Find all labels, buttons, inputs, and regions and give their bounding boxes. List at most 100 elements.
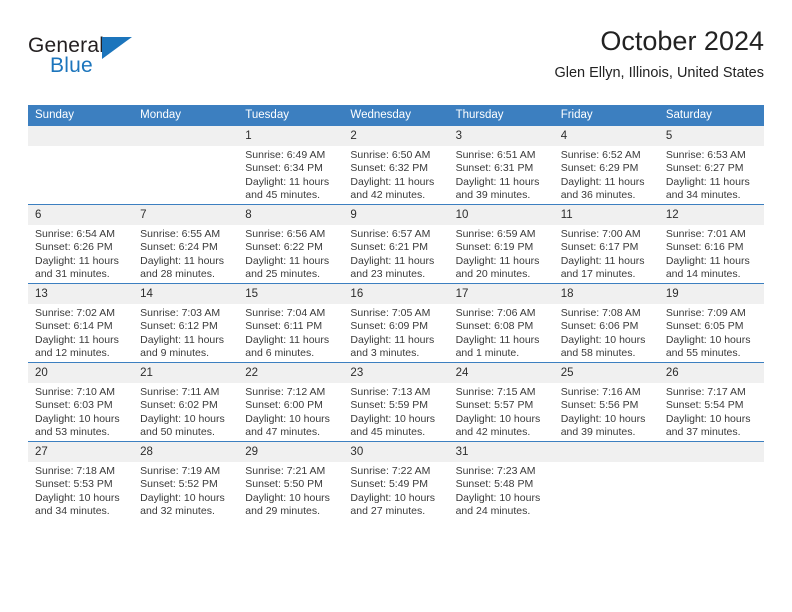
calendar-day-cell[interactable]: 28 Sunrise: 7:19 AM Sunset: 5:52 PM Dayligh… bbox=[133, 441, 239, 520]
calendar-day-cell[interactable]: 23 Sunrise: 7:13 AM Sunset: 5:59 PM Dayligh… bbox=[343, 362, 449, 442]
day-details: Sunrise: 7:12 AM Sunset: 6:00 PM Daylight:… bbox=[238, 383, 343, 440]
calendar-week-row: 1 Sunrise: 6:49 AM Sunset: 6:34 PM Daylight… bbox=[28, 126, 764, 205]
calendar-day-cell[interactable]: 14 Sunrise: 7:03 AM Sunset: 6:12 PM Dayligh… bbox=[133, 283, 239, 363]
calendar-week-row: 6 Sunrise: 6:54 AM Sunset: 6:26 PM Daylight… bbox=[28, 204, 764, 284]
calendar-day-cell[interactable]: 25 Sunrise: 7:16 AM Sunset: 5:56 PM Dayligh… bbox=[553, 362, 659, 442]
day-number: 30 bbox=[343, 442, 449, 462]
daylight-text: Daylight: 11 hours and 14 minutes. bbox=[665, 254, 750, 281]
day-details: Sunrise: 7:01 AM Sunset: 6:16 PM Daylight:… bbox=[659, 225, 764, 282]
calendar-day-cell[interactable]: 15 Sunrise: 7:04 AM Sunset: 6:11 PM Dayligh… bbox=[238, 283, 344, 363]
day-cell-content: 18 Sunrise: 7:08 AM Sunset: 6:06 PM Dayligh… bbox=[553, 284, 659, 362]
sunrise-text: Sunrise: 7:17 AM bbox=[665, 386, 746, 398]
day-cell-content: 4 Sunrise: 6:52 AM Sunset: 6:29 PM Daylight… bbox=[553, 126, 659, 204]
calendar-day-cell[interactable] bbox=[28, 126, 134, 205]
day-number: 8 bbox=[238, 205, 344, 225]
day-cell-content: 31 Sunrise: 7:23 AM Sunset: 5:48 PM Dayligh… bbox=[448, 442, 554, 520]
calendar-day-cell[interactable]: 12 Sunrise: 7:01 AM Sunset: 6:16 PM Dayligh… bbox=[658, 204, 764, 284]
calendar-day-cell[interactable]: 22 Sunrise: 7:12 AM Sunset: 6:00 PM Dayligh… bbox=[238, 362, 344, 442]
sunrise-text: Sunrise: 7:03 AM bbox=[140, 307, 221, 319]
day-details: Sunrise: 6:53 AM Sunset: 6:27 PM Daylight:… bbox=[659, 146, 764, 203]
calendar-day-cell[interactable]: 4 Sunrise: 6:52 AM Sunset: 6:29 PM Daylight… bbox=[553, 126, 659, 205]
calendar-day-cell[interactable]: 30 Sunrise: 7:22 AM Sunset: 5:49 PM Dayligh… bbox=[343, 441, 449, 520]
sunrise-text: Sunrise: 7:18 AM bbox=[35, 465, 115, 477]
title-block: October 2024 Glen Ellyn, Illinois, Unite… bbox=[554, 24, 764, 84]
calendar-day-cell[interactable]: 16 Sunrise: 7:05 AM Sunset: 6:09 PM Dayligh… bbox=[343, 283, 449, 363]
day-details: Sunrise: 7:16 AM Sunset: 5:56 PM Daylight:… bbox=[554, 383, 659, 440]
calendar-day-cell[interactable]: 19 Sunrise: 7:09 AM Sunset: 6:05 PM Dayligh… bbox=[658, 283, 764, 363]
calendar-day-cell[interactable]: 9 Sunrise: 6:57 AM Sunset: 6:21 PM Daylight… bbox=[343, 204, 449, 284]
day-details: Sunrise: 7:13 AM Sunset: 5:59 PM Daylight:… bbox=[343, 383, 448, 440]
calendar-day-cell[interactable]: 11 Sunrise: 7:00 AM Sunset: 6:17 PM Dayligh… bbox=[553, 204, 659, 284]
sunset-text: Sunset: 5:56 PM bbox=[560, 399, 639, 412]
day-number: 10 bbox=[448, 205, 554, 225]
calendar-day-cell[interactable] bbox=[553, 441, 659, 520]
calendar-day-cell[interactable]: 10 Sunrise: 6:59 AM Sunset: 6:19 PM Dayligh… bbox=[448, 204, 554, 284]
sunrise-text: Sunrise: 6:54 AM bbox=[35, 228, 115, 240]
calendar-table: Sunday Monday Tuesday Wednesday Thursday… bbox=[28, 105, 764, 520]
daylight-text: Daylight: 11 hours and 9 minutes. bbox=[140, 333, 224, 360]
sunset-text: Sunset: 6:31 PM bbox=[455, 162, 534, 175]
day-cell-content: 20 Sunrise: 7:10 AM Sunset: 6:03 PM Dayligh… bbox=[28, 363, 134, 441]
day-cell-content: 19 Sunrise: 7:09 AM Sunset: 6:05 PM Dayligh… bbox=[658, 284, 764, 362]
logo-triangle-icon bbox=[102, 37, 132, 59]
sunset-text: Sunset: 6:16 PM bbox=[665, 241, 744, 254]
calendar-day-cell[interactable]: 20 Sunrise: 7:10 AM Sunset: 6:03 PM Dayligh… bbox=[28, 362, 134, 442]
daylight-text: Daylight: 11 hours and 36 minutes. bbox=[560, 175, 645, 202]
sunset-text: Sunset: 6:08 PM bbox=[455, 320, 534, 333]
sunset-text: Sunset: 6:06 PM bbox=[560, 320, 639, 333]
calendar-day-cell[interactable]: 8 Sunrise: 6:56 AM Sunset: 6:22 PM Daylight… bbox=[238, 204, 344, 284]
calendar-day-cell[interactable]: 13 Sunrise: 7:02 AM Sunset: 6:14 PM Dayligh… bbox=[28, 283, 134, 363]
calendar-day-cell[interactable] bbox=[658, 441, 764, 520]
day-number: 17 bbox=[448, 284, 554, 304]
sunrise-text: Sunrise: 7:08 AM bbox=[560, 307, 641, 319]
day-details: Sunrise: 7:06 AM Sunset: 6:08 PM Daylight:… bbox=[449, 304, 554, 361]
sunrise-text: Sunrise: 7:12 AM bbox=[245, 386, 326, 398]
daylight-text: Daylight: 11 hours and 42 minutes. bbox=[350, 175, 435, 202]
sunset-text: Sunset: 6:32 PM bbox=[350, 162, 429, 175]
calendar-day-cell[interactable]: 31 Sunrise: 7:23 AM Sunset: 5:48 PM Dayligh… bbox=[448, 441, 554, 520]
generalblue-logo[interactable]: General Blue bbox=[28, 34, 148, 82]
calendar-day-cell[interactable] bbox=[133, 126, 239, 205]
sunset-text: Sunset: 5:50 PM bbox=[245, 478, 323, 491]
calendar-day-cell[interactable]: 17 Sunrise: 7:06 AM Sunset: 6:08 PM Dayligh… bbox=[448, 283, 554, 363]
calendar-day-cell[interactable]: 18 Sunrise: 7:08 AM Sunset: 6:06 PM Dayligh… bbox=[553, 283, 659, 363]
sunset-text: Sunset: 6:22 PM bbox=[245, 241, 323, 254]
calendar-day-cell[interactable]: 2 Sunrise: 6:50 AM Sunset: 6:32 PM Daylight… bbox=[343, 126, 449, 205]
calendar-day-cell[interactable]: 24 Sunrise: 7:15 AM Sunset: 5:57 PM Dayligh… bbox=[448, 362, 554, 442]
calendar-day-cell[interactable]: 6 Sunrise: 6:54 AM Sunset: 6:26 PM Daylight… bbox=[28, 204, 134, 284]
calendar-day-cell[interactable]: 7 Sunrise: 6:55 AM Sunset: 6:24 PM Daylight… bbox=[133, 204, 239, 284]
day-details: Sunrise: 6:57 AM Sunset: 6:21 PM Daylight:… bbox=[343, 225, 448, 282]
calendar-day-cell[interactable]: 5 Sunrise: 6:53 AM Sunset: 6:27 PM Daylight… bbox=[658, 126, 764, 205]
calendar-header-row: Sunday Monday Tuesday Wednesday Thursday… bbox=[28, 105, 764, 126]
day-cell-content: 23 Sunrise: 7:13 AM Sunset: 5:59 PM Dayligh… bbox=[343, 363, 449, 441]
calendar-day-cell[interactable]: 3 Sunrise: 6:51 AM Sunset: 6:31 PM Daylight… bbox=[448, 126, 554, 205]
day-details: Sunrise: 6:59 AM Sunset: 6:19 PM Daylight:… bbox=[449, 225, 554, 282]
day-details: Sunrise: 7:09 AM Sunset: 6:05 PM Daylight:… bbox=[659, 304, 764, 361]
day-cell-content: 16 Sunrise: 7:05 AM Sunset: 6:09 PM Dayligh… bbox=[343, 284, 449, 362]
day-cell-content: 15 Sunrise: 7:04 AM Sunset: 6:11 PM Dayligh… bbox=[238, 284, 344, 362]
daylight-text: Daylight: 10 hours and 24 minutes. bbox=[455, 491, 541, 518]
sunrise-text: Sunrise: 7:21 AM bbox=[245, 465, 326, 477]
sunset-text: Sunset: 5:54 PM bbox=[665, 399, 744, 412]
daylight-text: Daylight: 11 hours and 25 minutes. bbox=[245, 254, 330, 281]
day-number: 22 bbox=[238, 363, 344, 383]
weekday-header-friday: Friday bbox=[553, 105, 659, 126]
calendar-day-cell[interactable]: 26 Sunrise: 7:17 AM Sunset: 5:54 PM Dayligh… bbox=[658, 362, 764, 442]
sunset-text: Sunset: 6:09 PM bbox=[350, 320, 429, 333]
sunrise-text: Sunrise: 7:19 AM bbox=[140, 465, 221, 477]
sunset-text: Sunset: 5:59 PM bbox=[350, 399, 429, 412]
calendar-day-cell[interactable]: 29 Sunrise: 7:21 AM Sunset: 5:50 PM Dayligh… bbox=[238, 441, 344, 520]
sunset-text: Sunset: 6:27 PM bbox=[665, 162, 744, 175]
calendar-day-cell[interactable]: 21 Sunrise: 7:11 AM Sunset: 6:02 PM Dayligh… bbox=[133, 362, 239, 442]
sunset-text: Sunset: 6:21 PM bbox=[350, 241, 429, 254]
daylight-text: Daylight: 11 hours and 28 minutes. bbox=[140, 254, 224, 281]
day-cell-empty bbox=[553, 442, 659, 520]
calendar-day-cell[interactable]: 1 Sunrise: 6:49 AM Sunset: 6:34 PM Daylight… bbox=[238, 126, 344, 205]
day-details: Sunrise: 7:00 AM Sunset: 6:17 PM Daylight:… bbox=[554, 225, 659, 282]
weekday-header-monday: Monday bbox=[133, 105, 239, 126]
day-cell-content: 2 Sunrise: 6:50 AM Sunset: 6:32 PM Daylight… bbox=[343, 126, 449, 204]
sunrise-text: Sunrise: 6:56 AM bbox=[245, 228, 326, 240]
day-cell-empty bbox=[133, 126, 239, 204]
day-details: Sunrise: 7:15 AM Sunset: 5:57 PM Daylight:… bbox=[449, 383, 554, 440]
calendar-day-cell[interactable]: 27 Sunrise: 7:18 AM Sunset: 5:53 PM Dayligh… bbox=[28, 441, 134, 520]
